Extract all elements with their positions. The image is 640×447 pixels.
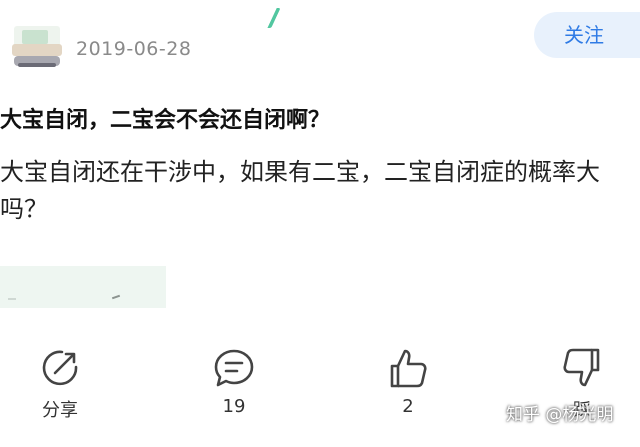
like-button[interactable]: 2 xyxy=(368,346,448,417)
question-title[interactable]: 大宝自闭，二宝会不会还自闭啊？ xyxy=(0,102,330,134)
share-button[interactable]: 分享 xyxy=(20,346,100,422)
decorative-dash xyxy=(258,8,281,28)
comment-button[interactable]: 19 xyxy=(194,346,274,417)
follow-button[interactable]: 关注 xyxy=(534,12,640,58)
thumbs-up-icon xyxy=(390,349,427,388)
share-label: 分享 xyxy=(42,400,78,421)
comment-count: 19 xyxy=(222,396,246,417)
post-date: 2019-06-28 xyxy=(76,38,192,60)
thumbs-down-icon xyxy=(563,348,600,387)
comment-icon xyxy=(214,349,254,387)
image-placeholder xyxy=(0,266,166,308)
like-count: 2 xyxy=(402,396,414,417)
question-body: 大宝自闭还在干涉中，如果有二宝，二宝自闭症的概率大吗？ xyxy=(0,158,600,223)
share-icon xyxy=(42,350,78,386)
avatar[interactable] xyxy=(8,24,66,70)
watermark: 知乎 @杨光明 xyxy=(506,405,614,425)
